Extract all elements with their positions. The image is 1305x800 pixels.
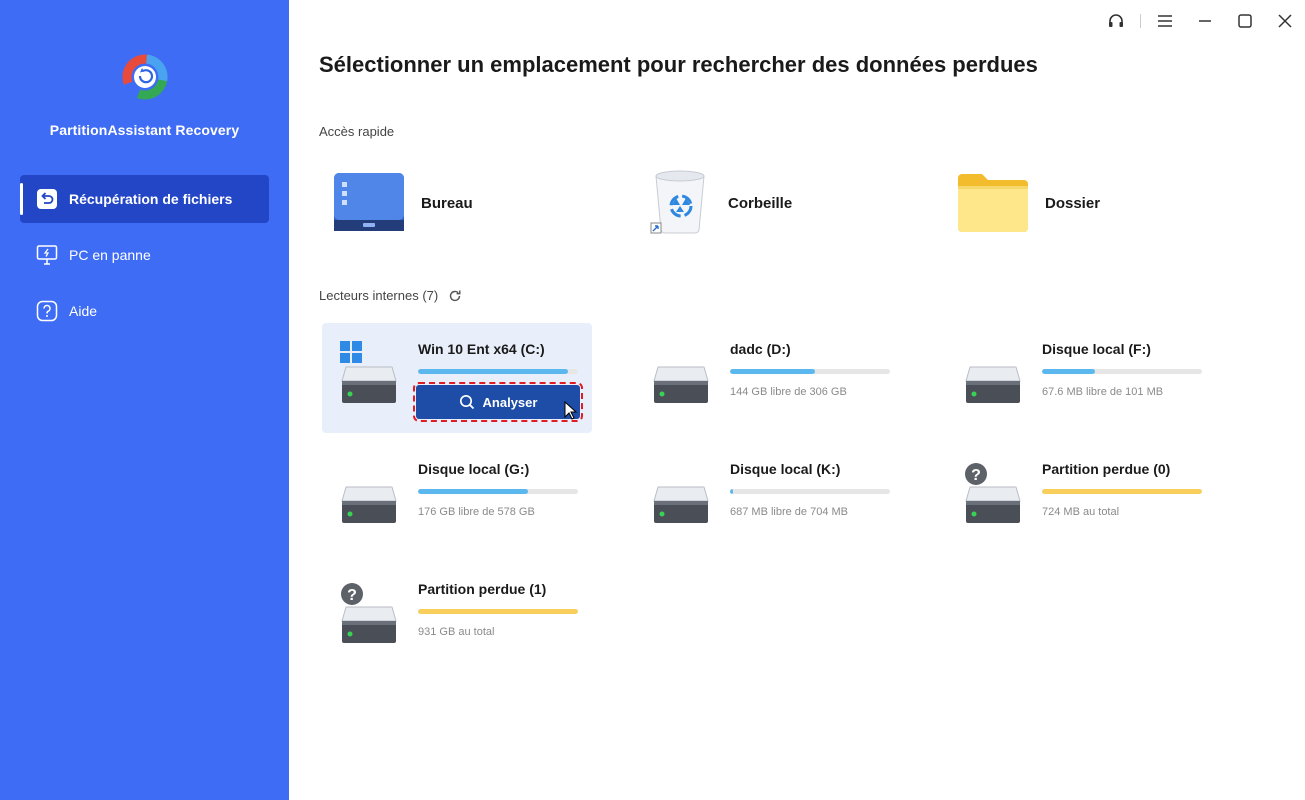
drive-usage-bar	[1042, 369, 1202, 374]
drive-card[interactable]: Disque local (F:) 67.6 MB libre de 101 M…	[946, 323, 1216, 433]
drive-usage-bar	[730, 369, 890, 374]
scan-button[interactable]: Analyser	[413, 382, 583, 422]
menu-icon[interactable]	[1145, 0, 1185, 42]
internal-drives-title: Lecteurs internes (7)	[319, 288, 439, 303]
desktop-icon	[333, 170, 405, 237]
sidebar-item-file-recovery[interactable]: Récupération de fichiers	[20, 175, 269, 223]
sidebar-item-label: Aide	[69, 303, 98, 319]
drive-usage-fill	[1042, 489, 1202, 494]
drive-usage-fill	[730, 369, 815, 374]
close-icon[interactable]	[1265, 0, 1305, 42]
hard-drive-icon	[340, 461, 400, 531]
drive-usage-bar	[418, 369, 578, 374]
drive-name: Disque local (G:)	[418, 461, 530, 477]
quick-access-label: Corbeille	[728, 194, 793, 212]
hard-drive-icon	[964, 341, 1024, 411]
quick-access-label: Accès rapide	[319, 124, 395, 139]
drive-card-c[interactable]: Win 10 Ent x64 (C:) Analyser	[322, 323, 592, 433]
drive-card[interactable]: Disque local (K:) 687 MB libre de 704 MB	[634, 443, 904, 553]
sidebar-item-label: Récupération de fichiers	[69, 191, 233, 207]
drive-usage-fill	[418, 489, 529, 494]
svg-text:?: ?	[971, 467, 981, 484]
hard-drive-icon	[652, 461, 712, 531]
sidebar-nav: Récupération de fichiers PC en panne Aid…	[20, 175, 269, 343]
drive-usage-bar	[418, 489, 578, 494]
drive-card[interactable]: ? Partition perdue (0) 724 MB au total	[946, 443, 1216, 553]
svg-text:?: ?	[347, 587, 357, 604]
drive-card[interactable]: Disque local (G:) 176 GB libre de 578 GB	[322, 443, 592, 553]
sidebar-item-label: PC en panne	[69, 247, 151, 263]
lost-partition-icon: ?	[964, 461, 1024, 531]
drive-name: Disque local (F:)	[1042, 341, 1151, 357]
hard-drive-icon	[652, 341, 712, 411]
monitor-icon	[36, 244, 58, 266]
app-title: PartitionAssistant Recovery	[49, 122, 240, 138]
drive-card[interactable]: ? Partition perdue (1) 931 GB au total	[322, 563, 592, 673]
drive-usage-fill	[730, 489, 734, 494]
scan-button-label: Analyser	[482, 394, 538, 410]
window-controls	[1096, 0, 1305, 42]
drive-name: Partition perdue (1)	[418, 581, 547, 597]
drive-info: 687 MB libre de 704 MB	[730, 506, 849, 518]
drive-info: 67.6 MB libre de 101 MB	[1042, 386, 1164, 398]
maximize-icon[interactable]	[1225, 0, 1265, 42]
sidebar: PartitionAssistant Recovery Récupération…	[0, 0, 289, 800]
drive-card[interactable]: dadc (D:) 144 GB libre de 306 GB	[634, 323, 904, 433]
drive-usage-bar	[418, 609, 578, 614]
minimize-icon[interactable]	[1185, 0, 1225, 42]
drive-info: 144 GB libre de 306 GB	[730, 386, 847, 398]
internal-drives-label: Lecteurs internes (7)	[319, 288, 462, 303]
quick-access-desktop[interactable]: Bureau	[333, 168, 473, 238]
mouse-cursor-icon	[564, 400, 578, 426]
separator	[1140, 14, 1141, 28]
headset-icon[interactable]	[1096, 0, 1136, 42]
drive-name: dadc (D:)	[730, 341, 791, 357]
drive-usage-bar	[730, 489, 890, 494]
search-icon	[459, 394, 474, 410]
drive-name: Win 10 Ent x64 (C:)	[418, 341, 545, 357]
page-title: Sélectionner un emplacement pour recherc…	[319, 52, 1038, 77]
drive-info: 724 MB au total	[1042, 506, 1120, 518]
sidebar-item-help[interactable]: Aide	[20, 287, 269, 335]
drive-info: 176 GB libre de 578 GB	[418, 506, 535, 518]
drive-usage-fill	[418, 609, 578, 614]
quick-access-folder[interactable]: Dossier	[957, 168, 1100, 238]
quick-access-recycle-bin[interactable]: Corbeille	[650, 168, 792, 238]
app-logo-icon	[120, 52, 170, 102]
drive-name: Disque local (K:)	[730, 461, 841, 477]
quick-access-label: Bureau	[421, 194, 473, 212]
drive-usage-fill	[1042, 369, 1095, 374]
drive-usage-fill	[418, 369, 569, 374]
recycle-bin-icon	[650, 168, 712, 239]
system-drive-icon	[340, 341, 400, 411]
recovery-icon	[36, 188, 58, 210]
sidebar-item-pc-crash[interactable]: PC en panne	[20, 231, 269, 279]
drive-info: 931 GB au total	[418, 626, 495, 638]
lost-partition-icon: ?	[340, 581, 400, 651]
quick-access-label: Dossier	[1045, 194, 1101, 212]
help-icon	[36, 300, 58, 322]
drive-name: Partition perdue (0)	[1042, 461, 1171, 477]
refresh-icon[interactable]	[448, 289, 462, 303]
folder-icon	[957, 170, 1029, 237]
drive-usage-bar	[1042, 489, 1202, 494]
